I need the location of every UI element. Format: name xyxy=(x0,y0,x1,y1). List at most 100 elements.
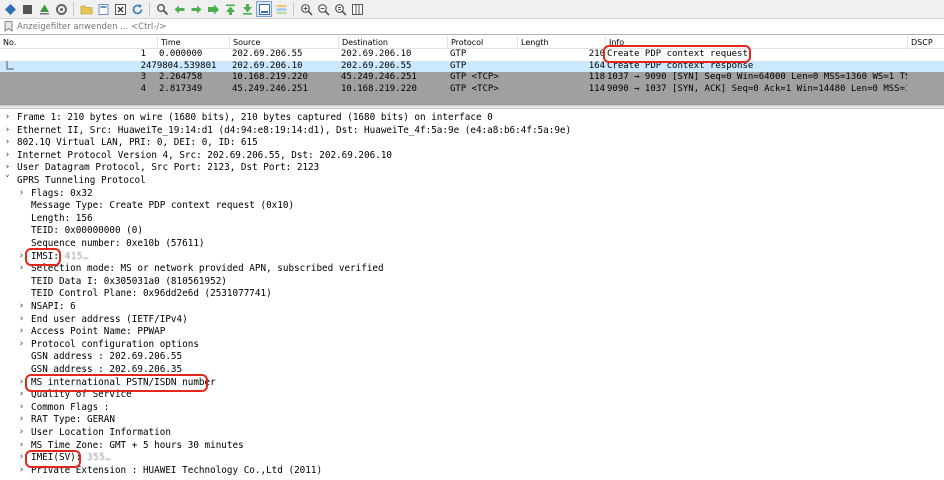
expand-arrow-icon[interactable]: › xyxy=(3,125,12,138)
tree-item-private-extension[interactable]: Private Extension : HUAWEI Technology Co… xyxy=(31,465,322,476)
packet-row[interactable]: 4 2.817349 45.249.246.251 10.168.219.220… xyxy=(0,83,944,95)
expand-arrow-icon[interactable]: › xyxy=(17,301,26,314)
tree-item-vlan[interactable]: 802.1Q Virtual LAN, PRI: 0, DEI: 0, ID: … xyxy=(17,137,258,148)
expand-arrow-icon[interactable]: › xyxy=(3,150,12,163)
expand-arrow-icon[interactable]: › xyxy=(17,440,26,453)
packet-info: 1037 → 9090 [SYN] Seq=0 Win=64000 Len=0 … xyxy=(607,72,907,82)
display-filter-input[interactable] xyxy=(17,19,817,34)
first-packet-icon[interactable] xyxy=(222,1,238,17)
column-header-protocol[interactable]: Protocol xyxy=(448,36,518,49)
expand-arrow-icon[interactable]: › xyxy=(17,465,26,478)
packet-row-partial[interactable] xyxy=(0,95,944,105)
expand-arrow-icon[interactable]: › xyxy=(17,251,26,264)
column-header-no[interactable]: No. xyxy=(0,36,158,49)
expand-arrow-icon[interactable]: › xyxy=(17,389,26,402)
restart-capture-icon[interactable] xyxy=(36,1,52,17)
tree-item-rat-type[interactable]: RAT Type: GERAN xyxy=(31,414,115,425)
expand-arrow-icon[interactable]: › xyxy=(17,452,26,465)
interfaces-icon[interactable] xyxy=(2,1,18,17)
packet-no: 3 xyxy=(140,72,146,82)
go-back-icon[interactable] xyxy=(171,1,187,17)
filter-bookmark-icon[interactable] xyxy=(2,20,14,34)
column-header-source[interactable]: Source xyxy=(230,36,339,49)
packet-time: 479804.539801 xyxy=(146,60,217,71)
zoom-out-icon[interactable] xyxy=(315,1,331,17)
expand-arrow-icon[interactable]: › xyxy=(17,339,26,352)
reload-icon[interactable] xyxy=(129,1,145,17)
tree-item-teid-control[interactable]: TEID Control Plane: 0x96dd2e6d (25310777… xyxy=(31,288,272,299)
packet-no: 2 xyxy=(140,60,146,71)
tree-item-length[interactable]: Length: 156 xyxy=(31,213,93,224)
tree-item-teid[interactable]: TEID: 0x00000000 (0) xyxy=(31,225,143,236)
last-packet-icon[interactable] xyxy=(239,1,255,17)
zoom-in-icon[interactable] xyxy=(298,1,314,17)
capture-options-icon[interactable] xyxy=(53,1,69,17)
column-header-length[interactable]: Length xyxy=(518,36,606,49)
expand-arrow-icon[interactable]: › xyxy=(17,377,26,390)
packet-info: 9090 → 1037 [SYN, ACK] Seq=0 Ack=1 Win=1… xyxy=(607,83,907,94)
packet-row-selected[interactable]: 2 479804.539801 202.69.206.10 202.69.206… xyxy=(0,60,944,72)
packet-info: Create PDP context response xyxy=(607,60,754,71)
tree-item-selection-mode[interactable]: Selection mode: MS or network provided A… xyxy=(31,263,384,274)
tree-item-timezone[interactable]: MS Time Zone: GMT + 5 hours 30 minutes xyxy=(31,440,244,451)
tree-item-imsi[interactable]: IMSI: 415… xyxy=(31,251,89,262)
expand-arrow-icon[interactable]: › xyxy=(17,414,26,427)
column-header-destination[interactable]: Destination xyxy=(339,36,448,49)
toolbar-separator xyxy=(149,2,150,16)
tree-item-message-type[interactable]: Message Type: Create PDP context request… xyxy=(31,200,294,211)
tree-item-ip[interactable]: Internet Protocol Version 4, Src: 202.69… xyxy=(17,150,392,161)
expand-arrow-icon[interactable]: › xyxy=(17,427,26,440)
colorize-icon[interactable] xyxy=(273,1,289,17)
column-header-info[interactable]: Info xyxy=(606,36,908,49)
tree-item-end-user-address[interactable]: End user address (IETF/IPv4) xyxy=(31,314,188,325)
expand-arrow-icon[interactable]: › xyxy=(17,263,26,276)
tree-item-flags[interactable]: Flags: 0x32 xyxy=(31,188,93,199)
expand-arrow-icon[interactable]: › xyxy=(17,402,26,415)
go-to-packet-icon[interactable] xyxy=(205,1,221,17)
resize-columns-icon[interactable] xyxy=(349,1,365,17)
display-filter-bar xyxy=(0,19,944,35)
tree-item-nsapi[interactable]: NSAPI: 6 xyxy=(31,301,76,312)
tree-item-imei[interactable]: IMEI(SV): 355… xyxy=(31,452,111,463)
tree-item-udp[interactable]: User Datagram Protocol, Src Port: 2123, … xyxy=(17,162,319,173)
packet-row[interactable]: 3 2.264758 10.168.219.220 45.249.246.251… xyxy=(0,72,944,84)
tree-item-sequence[interactable]: Sequence number: 0xe10b (57611) xyxy=(31,238,205,249)
tree-item-apn[interactable]: Access Point Name: PPWAP xyxy=(31,326,165,337)
packet-protocol: GTP <TCP> xyxy=(450,83,499,94)
expand-arrow-icon[interactable]: › xyxy=(17,188,26,201)
go-forward-icon[interactable] xyxy=(188,1,204,17)
expand-arrow-icon[interactable]: › xyxy=(17,314,26,327)
tree-item-gtp[interactable]: GPRS Tunneling Protocol xyxy=(17,175,146,186)
find-packet-icon[interactable] xyxy=(154,1,170,17)
tree-item-teid-data[interactable]: TEID Data I: 0x305031a0 (810561952) xyxy=(31,276,227,287)
tree-item-ethernet[interactable]: Ethernet II, Src: HuaweiTe_19:14:d1 (d4:… xyxy=(17,125,571,136)
tree-item-gsn-address-2[interactable]: GSN address : 202.69.206.35 xyxy=(31,364,182,375)
column-header-dscp[interactable]: DSCP xyxy=(908,36,944,49)
tree-item-gsn-address-1[interactable]: GSN address : 202.69.206.55 xyxy=(31,351,182,362)
close-file-icon[interactable] xyxy=(112,1,128,17)
stop-capture-icon[interactable] xyxy=(19,1,35,17)
packet-list-header: No. Time Source Destination Protocol Len… xyxy=(0,36,944,49)
packet-destination: 10.168.219.220 xyxy=(341,83,417,94)
tree-item-frame[interactable]: Frame 1: 210 bytes on wire (1680 bits), … xyxy=(17,112,493,123)
collapse-arrow-icon[interactable]: ˅ xyxy=(3,175,12,188)
toolbar-separator xyxy=(293,2,294,16)
autoscroll-icon[interactable] xyxy=(256,1,272,17)
imei-value-redacted: 355… xyxy=(86,452,112,464)
open-file-icon[interactable] xyxy=(78,1,94,17)
expand-arrow-icon[interactable]: › xyxy=(3,137,12,150)
tree-item-msisdn[interactable]: MS international PSTN/ISDN number xyxy=(31,377,216,388)
zoom-reset-icon[interactable] xyxy=(332,1,348,17)
expand-arrow-icon[interactable]: › xyxy=(17,326,26,339)
tree-item-pco[interactable]: Protocol configuration options xyxy=(31,339,199,350)
pane-splitter[interactable] xyxy=(0,105,944,109)
save-file-icon[interactable] xyxy=(95,1,111,17)
expand-arrow-icon[interactable]: › xyxy=(3,162,12,175)
expand-arrow-icon[interactable]: › xyxy=(3,112,12,125)
tree-item-common-flags[interactable]: Common Flags : xyxy=(31,402,109,413)
tree-item-qos[interactable]: Quality of Service xyxy=(31,389,132,400)
packet-row[interactable]: 1 0.000000 202.69.206.55 202.69.206.10 G… xyxy=(0,49,944,61)
tree-item-uli[interactable]: User Location Information xyxy=(31,427,171,438)
related-packet-icon xyxy=(6,60,14,69)
column-header-time[interactable]: Time xyxy=(158,36,230,49)
